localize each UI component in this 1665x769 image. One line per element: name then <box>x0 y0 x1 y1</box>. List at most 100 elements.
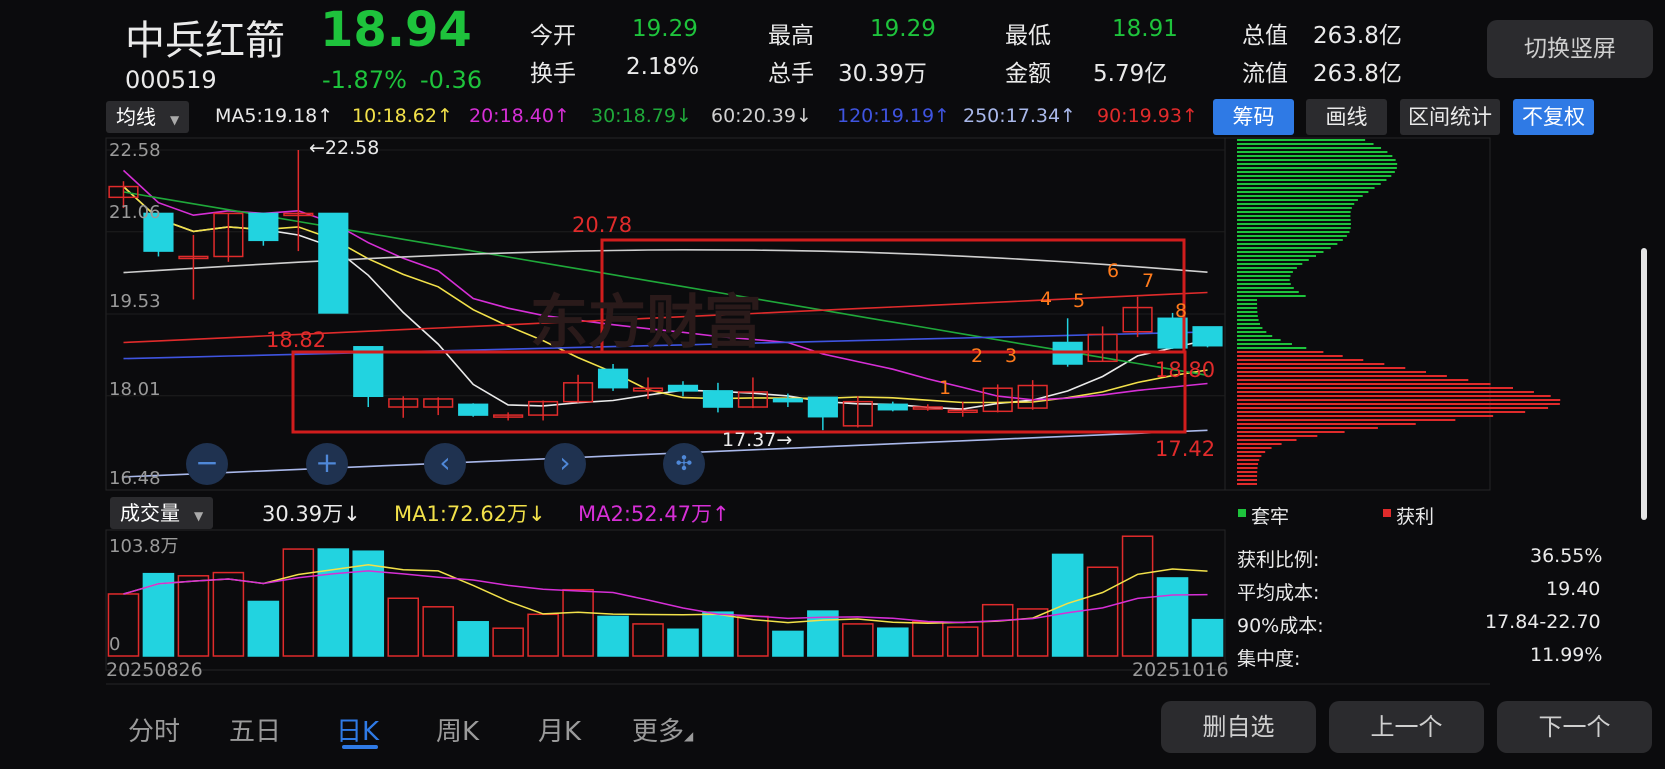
corner-triangle-icon: ◢ <box>684 729 694 743</box>
volume-bar-up <box>282 548 315 657</box>
previous-button[interactable]: 上一个 <box>1329 701 1484 753</box>
price-axis-label: 16.48 <box>109 468 161 489</box>
kline-chart[interactable] <box>0 0 1665 769</box>
chip-stat-value: 19.40 <box>1546 578 1601 600</box>
candle-down <box>318 212 349 314</box>
count-label: 1 <box>939 377 952 399</box>
count-label: 5 <box>1073 290 1086 312</box>
zoom-in-button[interactable]: + <box>306 443 348 485</box>
date-start: 20250826 <box>106 659 203 681</box>
volume-bar-up <box>1086 566 1119 657</box>
volume-bar-up <box>387 597 420 657</box>
volume-bar-up <box>842 623 874 657</box>
volume-bar-up <box>1016 608 1049 657</box>
ma60-line <box>123 248 1208 274</box>
volume-bar-up <box>632 623 664 657</box>
red-level-label: 18.82 <box>266 328 327 352</box>
candle-down <box>667 384 699 392</box>
low-marker-label: 17.37→ <box>722 429 793 451</box>
chip-distribution <box>1237 139 1561 485</box>
candle-down <box>772 398 803 403</box>
volume-bar-down <box>1191 618 1224 657</box>
chip-stat-label: 90%成本: <box>1237 615 1324 637</box>
volume-bar-up <box>492 627 524 657</box>
volume-bar-down <box>317 548 350 657</box>
count-label: 7 <box>1142 270 1155 292</box>
candle-down <box>807 396 838 418</box>
watermark: 东方财富 <box>530 288 763 356</box>
legend-trapped-swatch <box>1238 509 1246 517</box>
tab-weekly-k[interactable]: 周K <box>436 711 479 748</box>
volume-ma2: MA2:52.47万↑ <box>578 502 730 526</box>
pan-right-button[interactable]: › <box>544 443 586 485</box>
volume-bar-up <box>1121 535 1154 657</box>
volume-bar-up <box>562 588 594 657</box>
volume-ma1-line <box>123 563 1208 625</box>
volume-bar-down <box>142 572 175 657</box>
volume-max-label: 103.8万 <box>109 536 179 557</box>
chevron-down-icon: ▼ <box>194 509 204 523</box>
tab-active-indicator <box>342 745 378 749</box>
volume-bar-down <box>702 611 734 657</box>
next-button[interactable]: 下一个 <box>1497 701 1652 753</box>
volume-bar-up <box>212 571 245 657</box>
tab-five-day[interactable]: 五日 <box>229 711 281 748</box>
price-axis-label: 22.58 <box>109 140 161 161</box>
zoom-out-button[interactable]: − <box>186 443 228 485</box>
price-axis-label: 21.06 <box>109 202 161 223</box>
chip-stat-label: 平均成本: <box>1237 582 1320 604</box>
red-level-label: 18.80 <box>1155 358 1216 382</box>
volume-bar-up <box>981 603 1014 657</box>
volume-bar-up <box>177 575 210 657</box>
volume-bar-up <box>527 613 559 657</box>
volume-bar-up <box>422 606 454 657</box>
tab-intraday[interactable]: 分时 <box>128 711 180 748</box>
price-axis-label: 19.53 <box>109 291 161 312</box>
count-label: 4 <box>1040 288 1053 310</box>
volume-bar-down <box>247 600 280 657</box>
volume-bar-up <box>946 626 979 657</box>
volume-bar-down <box>772 630 804 657</box>
volume-current: 30.39万↓ <box>262 502 361 526</box>
chip-stat-label: 集中度: <box>1237 648 1301 670</box>
tab-more[interactable]: 更多◢ <box>632 711 693 748</box>
high-marker-label: ←22.58 <box>309 137 380 159</box>
chip-stat-value: 36.55% <box>1530 545 1603 567</box>
candle-down <box>353 346 384 398</box>
count-label: 2 <box>971 345 984 367</box>
volume-bar-down <box>597 615 629 657</box>
volume-bar-down <box>667 628 699 657</box>
tab-more-label: 更多 <box>632 717 685 747</box>
volume-bar-down <box>877 627 909 657</box>
date-end: 20251016 <box>1132 659 1229 681</box>
legend-profit-swatch <box>1383 509 1391 517</box>
indicator-selector-label: 成交量 <box>120 501 180 525</box>
red-level-label: 17.42 <box>1155 437 1216 461</box>
volume-bars <box>107 535 1224 657</box>
chip-stat-label: 获利比例: <box>1237 549 1320 571</box>
candle-down <box>1192 326 1223 347</box>
volume-zero-label: 0 <box>109 634 121 655</box>
candle-down <box>877 403 908 411</box>
volume-bar-up <box>737 615 769 657</box>
volume-ma-lines <box>123 563 1208 625</box>
count-label: 8 <box>1175 300 1188 322</box>
volume-bar-down <box>1051 553 1084 657</box>
chip-stat-value: 11.99% <box>1530 644 1603 666</box>
count-label: 6 <box>1107 260 1120 282</box>
volume-bar-down <box>1156 577 1189 657</box>
volume-bar-down <box>457 621 489 657</box>
remove-watchlist-button[interactable]: 删自选 <box>1161 701 1316 753</box>
price-axis-label: 18.01 <box>109 379 161 400</box>
indicator-selector[interactable]: 成交量 ▼ <box>110 497 214 529</box>
tab-daily-k[interactable]: 日K <box>336 711 379 748</box>
candle-down <box>248 212 279 242</box>
reset-zoom-icon[interactable]: ✣ <box>663 443 705 485</box>
candle-down <box>597 368 629 389</box>
pan-left-button[interactable]: ‹ <box>424 443 466 485</box>
legend-trapped: 套牢 <box>1251 506 1290 528</box>
count-label: 3 <box>1005 345 1018 367</box>
tab-monthly-k[interactable]: 月K <box>538 711 581 748</box>
red-level-label: 20.78 <box>572 213 633 237</box>
scrollbar-thumb[interactable] <box>1641 248 1647 520</box>
